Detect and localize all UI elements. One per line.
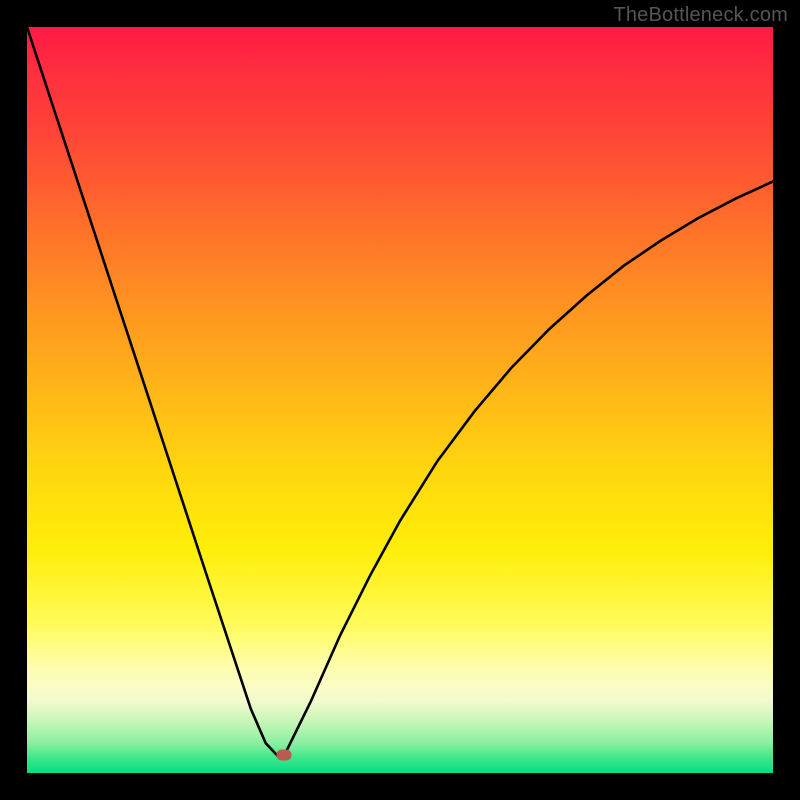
bottleneck-curve: [27, 27, 773, 773]
watermark-text: TheBottleneck.com: [613, 4, 788, 27]
optimal-marker-icon: [277, 750, 292, 761]
plot-area: [27, 27, 773, 773]
chart-frame: TheBottleneck.com: [0, 0, 800, 800]
